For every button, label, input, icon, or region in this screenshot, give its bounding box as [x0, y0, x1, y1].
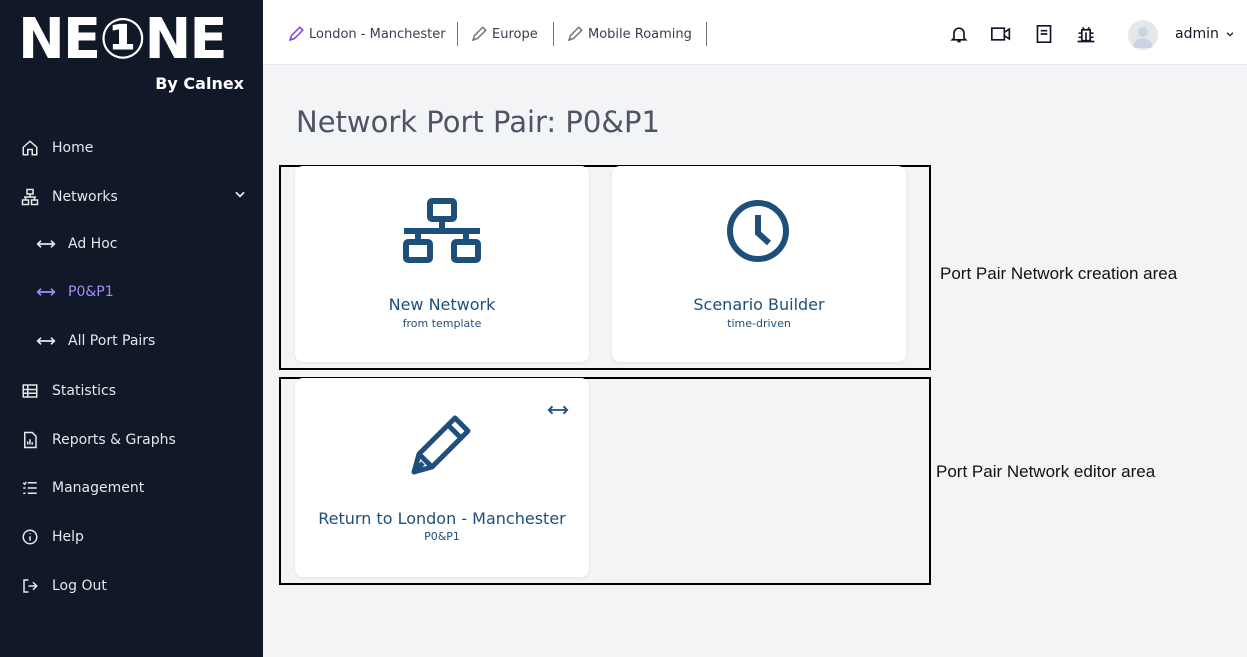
breadcrumb-label: Mobile Roaming	[588, 26, 692, 42]
bell-icon[interactable]	[947, 22, 971, 46]
bidirectional-arrow-icon	[547, 405, 569, 415]
divider	[457, 22, 458, 46]
bidirectional-arrow-icon	[36, 234, 56, 254]
sidebar-item-label: Home	[52, 140, 94, 156]
pencil-icon	[567, 26, 583, 42]
creation-area-label: Port Pair Network creation area	[940, 264, 1178, 283]
breadcrumb-label: London - Manchester	[309, 26, 446, 42]
sidebar-item-statistics[interactable]: Statistics	[0, 371, 263, 411]
breadcrumb-mobile-roaming[interactable]: Mobile Roaming	[566, 22, 692, 46]
card-subtitle: P0&P1	[424, 530, 460, 543]
chevron-down-icon	[1226, 32, 1234, 37]
network-icon	[403, 198, 481, 263]
breadcrumb-london-manchester[interactable]: London - Manchester	[287, 22, 446, 46]
top-bar: London - Manchester Europe Mobile Roamin…	[263, 0, 1247, 65]
card-title: New Network	[388, 295, 496, 314]
document-icon[interactable]	[1032, 22, 1056, 46]
sidebar-item-label: Ad Hoc	[68, 236, 118, 252]
page-title: Network Port Pair: P0&P1	[296, 105, 660, 139]
video-icon[interactable]	[989, 22, 1013, 46]
home-icon	[20, 138, 40, 158]
chevron-down-icon[interactable]	[233, 187, 247, 205]
info-icon	[20, 527, 40, 547]
logo-text: NE①NE	[18, 7, 228, 72]
sidebar-item-ad-hoc[interactable]: Ad Hoc	[0, 224, 263, 264]
sidebar-item-p0p1[interactable]: P0&P1	[0, 272, 263, 312]
username: admin	[1175, 26, 1219, 42]
divider	[706, 22, 707, 46]
sidebar-item-label: Networks	[52, 189, 118, 205]
editor-area-label: Port Pair Network editor area	[936, 462, 1156, 481]
sidebar-item-management[interactable]: Management	[0, 468, 263, 508]
sidebar: NE①NE By Calnex Home Networks Ad Hoc P0&…	[0, 0, 263, 657]
user-menu[interactable]: admin	[1175, 26, 1235, 42]
list-icon	[20, 478, 40, 498]
sidebar-item-reports[interactable]: Reports & Graphs	[0, 420, 263, 460]
bug-icon[interactable]	[1074, 22, 1098, 46]
network-icon	[20, 187, 40, 207]
new-network-card[interactable]: New Network from template	[295, 166, 589, 362]
sidebar-item-label: Statistics	[52, 383, 116, 399]
sidebar-item-all-port-pairs[interactable]: All Port Pairs	[0, 321, 263, 361]
bidirectional-arrow-icon	[36, 282, 56, 302]
breadcrumb-europe[interactable]: Europe	[470, 22, 538, 46]
clock-icon	[727, 200, 789, 262]
card-title: Scenario Builder	[693, 295, 825, 314]
sidebar-item-networks[interactable]: Networks	[0, 177, 263, 217]
sidebar-item-label: Help	[52, 529, 84, 545]
bidirectional-arrow-icon	[36, 331, 56, 351]
sidebar-item-label: All Port Pairs	[68, 333, 156, 349]
card-subtitle: time-driven	[727, 317, 791, 330]
sidebar-item-home[interactable]: Home	[0, 128, 263, 168]
brand-logo: NE①NE By Calnex	[18, 10, 248, 100]
avatar[interactable]	[1128, 20, 1158, 50]
sidebar-item-label: Reports & Graphs	[52, 432, 176, 448]
table-icon	[20, 381, 40, 401]
report-icon	[20, 430, 40, 450]
pencil-icon	[471, 26, 487, 42]
card-subtitle: from template	[402, 317, 482, 330]
pencil-icon	[288, 26, 304, 42]
main-content: Network Port Pair: P0&P1 New Network fro…	[263, 65, 1247, 657]
sidebar-item-log-out[interactable]: Log Out	[0, 566, 263, 606]
scenario-builder-card[interactable]: Scenario Builder time-driven	[612, 166, 906, 362]
sidebar-item-label: Log Out	[52, 578, 107, 594]
return-to-network-card[interactable]: Return to London - Manchester P0&P1	[295, 378, 589, 577]
sidebar-item-label: Management	[52, 480, 145, 496]
logout-icon	[20, 576, 40, 596]
logo-by-text: By Calnex	[155, 74, 244, 93]
card-title: Return to London - Manchester	[318, 509, 566, 528]
sidebar-item-label: P0&P1	[68, 284, 114, 300]
sidebar-item-help[interactable]: Help	[0, 517, 263, 557]
pencil-icon	[411, 415, 471, 475]
divider	[553, 22, 554, 46]
breadcrumb-label: Europe	[492, 26, 538, 42]
